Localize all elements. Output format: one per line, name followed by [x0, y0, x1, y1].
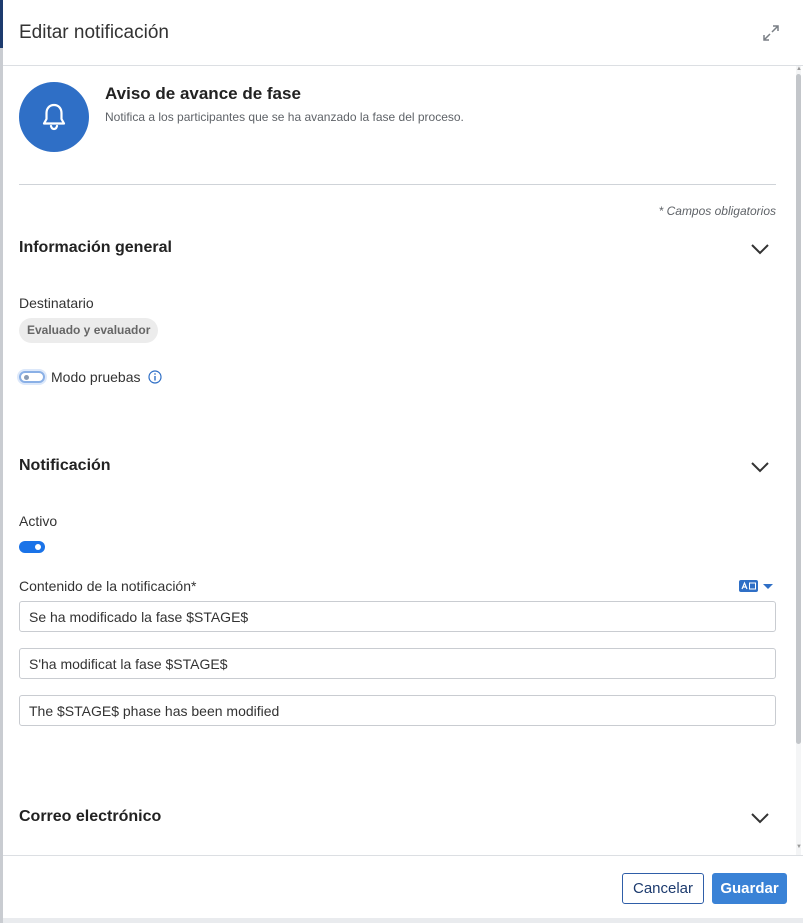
info-icon[interactable]	[148, 370, 162, 384]
active-label: Activo	[19, 513, 58, 529]
scroll-up-arrow[interactable]: ▲	[796, 66, 802, 72]
active-toggle[interactable]	[19, 541, 45, 553]
recipient-chip: Evaluado y evaluador	[19, 318, 159, 343]
notification-description: Notifica a los participantes que se ha a…	[105, 110, 464, 124]
expand-icon[interactable]	[761, 23, 781, 43]
chevron-down-icon[interactable]	[749, 460, 771, 474]
cancel-button[interactable]: Cancelar	[622, 873, 704, 904]
content-input-en[interactable]	[19, 695, 776, 726]
dialog-header: Editar notificación	[3, 0, 803, 66]
scrollbar-thumb[interactable]	[796, 74, 801, 744]
notification-avatar	[19, 82, 89, 152]
chevron-down-icon[interactable]	[749, 242, 771, 256]
bell-icon	[42, 103, 66, 131]
required-fields-note: * Campos obligatorios	[658, 204, 776, 218]
section-title-general: Información general	[19, 239, 172, 256]
test-mode-label: Modo pruebas	[51, 369, 141, 385]
save-button[interactable]: Guardar	[712, 873, 787, 904]
dialog-footer: Cancelar Guardar	[3, 855, 803, 918]
toggle-knob	[35, 544, 41, 550]
scroll-down-arrow[interactable]: ▼	[796, 844, 802, 850]
section-title-notification: Notificación	[19, 457, 111, 474]
recipient-label: Destinatario	[19, 295, 94, 311]
scrollbar[interactable]: ▲ ▼	[794, 66, 803, 855]
test-mode-toggle[interactable]	[19, 371, 45, 383]
notification-title: Aviso de avance de fase	[105, 84, 301, 103]
content-input-es[interactable]	[19, 601, 776, 632]
toggle-knob	[24, 375, 29, 380]
divider	[19, 184, 776, 185]
chevron-down-icon[interactable]	[749, 811, 771, 825]
language-select-icon[interactable]	[739, 579, 777, 593]
section-title-email: Correo electrónico	[19, 808, 162, 825]
content-label: Contenido de la notificación*	[19, 578, 197, 594]
edit-notification-dialog: Editar notificación Aviso de avance de f…	[3, 0, 803, 918]
dialog-title: Editar notificación	[19, 22, 169, 43]
content-input-ca[interactable]	[19, 648, 776, 679]
dialog-body: Aviso de avance de fase Notifica a los p…	[3, 66, 803, 855]
